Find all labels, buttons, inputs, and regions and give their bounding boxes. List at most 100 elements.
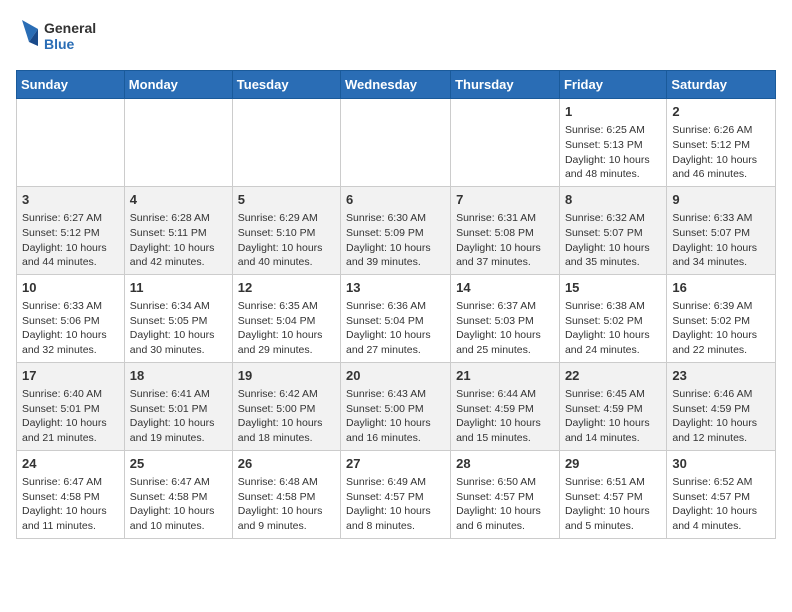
day-info: Sunrise: 6:50 AM Sunset: 4:57 PM Dayligh… bbox=[456, 475, 554, 534]
day-info: Sunrise: 6:46 AM Sunset: 4:59 PM Dayligh… bbox=[672, 387, 770, 446]
calendar-week-row: 24 Sunrise: 6:47 AM Sunset: 4:58 PM Dayli… bbox=[17, 450, 776, 538]
day-info: Sunrise: 6:48 AM Sunset: 4:58 PM Dayligh… bbox=[238, 475, 335, 534]
day-info: Sunrise: 6:37 AM Sunset: 5:03 PM Dayligh… bbox=[456, 299, 554, 358]
calendar-week-row: 3 Sunrise: 6:27 AM Sunset: 5:12 PM Daylig… bbox=[17, 186, 776, 274]
day-number: 1 bbox=[565, 103, 661, 121]
calendar-day-8: 8Sunrise: 6:32 AM Sunset: 5:07 PM Daylig… bbox=[559, 186, 666, 274]
calendar-header-row: SundayMondayTuesdayWednesdayThursdayFrid… bbox=[17, 71, 776, 99]
calendar-day-20: 20 Sunrise: 6:43 AM Sunset: 5:00 PM Dayli… bbox=[341, 362, 451, 450]
calendar-week-row: 10 Sunrise: 6:33 AM Sunset: 5:06 PM Dayli… bbox=[17, 274, 776, 362]
calendar-day-9: 9 Sunrise: 6:33 AM Sunset: 5:07 PM Daylig… bbox=[667, 186, 776, 274]
day-info: Sunrise: 6:44 AM Sunset: 4:59 PM Dayligh… bbox=[456, 387, 554, 446]
calendar-day-25: 25 Sunrise: 6:47 AM Sunset: 4:58 PM Dayli… bbox=[124, 450, 232, 538]
day-number: 14 bbox=[456, 279, 554, 297]
calendar-day-27: 27 Sunrise: 6:49 AM Sunset: 4:57 PM Dayli… bbox=[341, 450, 451, 538]
header-saturday: Saturday bbox=[667, 71, 776, 99]
day-info: Sunrise: 6:28 AM Sunset: 5:11 PM Dayligh… bbox=[130, 211, 227, 270]
day-info: Sunrise: 6:36 AM Sunset: 5:04 PM Dayligh… bbox=[346, 299, 445, 358]
day-info: Sunrise: 6:52 AM Sunset: 4:57 PM Dayligh… bbox=[672, 475, 770, 534]
header-friday: Friday bbox=[559, 71, 666, 99]
day-info: Sunrise: 6:25 AM Sunset: 5:13 PM Dayligh… bbox=[565, 123, 661, 182]
day-number: 15 bbox=[565, 279, 661, 297]
header-sunday: Sunday bbox=[17, 71, 125, 99]
calendar-day-14: 14 Sunrise: 6:37 AM Sunset: 5:03 PM Dayli… bbox=[451, 274, 560, 362]
day-number: 4 bbox=[130, 191, 227, 209]
calendar-day-26: 26 Sunrise: 6:48 AM Sunset: 4:58 PM Dayli… bbox=[232, 450, 340, 538]
day-info: Sunrise: 6:40 AM Sunset: 5:01 PM Dayligh… bbox=[22, 387, 119, 446]
calendar-day-1: 1 Sunrise: 6:25 AM Sunset: 5:13 PM Daylig… bbox=[559, 99, 666, 187]
calendar-day-19: 19 Sunrise: 6:42 AM Sunset: 5:00 PM Dayli… bbox=[232, 362, 340, 450]
calendar-week-row: 1 Sunrise: 6:25 AM Sunset: 5:13 PM Daylig… bbox=[17, 99, 776, 187]
day-info: Sunrise: 6:42 AM Sunset: 5:00 PM Dayligh… bbox=[238, 387, 335, 446]
day-number: 22 bbox=[565, 367, 661, 385]
calendar-day-30: 30 Sunrise: 6:52 AM Sunset: 4:57 PM Dayli… bbox=[667, 450, 776, 538]
day-number: 7 bbox=[456, 191, 554, 209]
calendar-day-6: 6Sunrise: 6:30 AM Sunset: 5:09 PM Daylig… bbox=[341, 186, 451, 274]
day-number: 28 bbox=[456, 455, 554, 473]
calendar-day-29: 29Sunrise: 6:51 AM Sunset: 4:57 PM Dayli… bbox=[559, 450, 666, 538]
header-monday: Monday bbox=[124, 71, 232, 99]
day-info: Sunrise: 6:39 AM Sunset: 5:02 PM Dayligh… bbox=[672, 299, 770, 358]
calendar-day-17: 17 Sunrise: 6:40 AM Sunset: 5:01 PM Dayli… bbox=[17, 362, 125, 450]
day-number: 27 bbox=[346, 455, 445, 473]
calendar-day-12: 12Sunrise: 6:35 AM Sunset: 5:04 PM Dayli… bbox=[232, 274, 340, 362]
day-info: Sunrise: 6:45 AM Sunset: 4:59 PM Dayligh… bbox=[565, 387, 661, 446]
calendar-day-10: 10 Sunrise: 6:33 AM Sunset: 5:06 PM Dayli… bbox=[17, 274, 125, 362]
day-info: Sunrise: 6:27 AM Sunset: 5:12 PM Dayligh… bbox=[22, 211, 119, 270]
day-number: 30 bbox=[672, 455, 770, 473]
header-tuesday: Tuesday bbox=[232, 71, 340, 99]
day-info: Sunrise: 6:38 AM Sunset: 5:02 PM Dayligh… bbox=[565, 299, 661, 358]
day-number: 12 bbox=[238, 279, 335, 297]
day-info: Sunrise: 6:49 AM Sunset: 4:57 PM Dayligh… bbox=[346, 475, 445, 534]
day-number: 10 bbox=[22, 279, 119, 297]
calendar-day-13: 13 Sunrise: 6:36 AM Sunset: 5:04 PM Dayli… bbox=[341, 274, 451, 362]
calendar-day-28: 28 Sunrise: 6:50 AM Sunset: 4:57 PM Dayli… bbox=[451, 450, 560, 538]
calendar-day-21: 21 Sunrise: 6:44 AM Sunset: 4:59 PM Dayli… bbox=[451, 362, 560, 450]
day-info: Sunrise: 6:29 AM Sunset: 5:10 PM Dayligh… bbox=[238, 211, 335, 270]
calendar-day-empty bbox=[124, 99, 232, 187]
day-number: 29 bbox=[565, 455, 661, 473]
calendar-day-3: 3 Sunrise: 6:27 AM Sunset: 5:12 PM Daylig… bbox=[17, 186, 125, 274]
day-info: Sunrise: 6:47 AM Sunset: 4:58 PM Dayligh… bbox=[22, 475, 119, 534]
day-info: Sunrise: 6:41 AM Sunset: 5:01 PM Dayligh… bbox=[130, 387, 227, 446]
day-number: 16 bbox=[672, 279, 770, 297]
day-info: Sunrise: 6:32 AM Sunset: 5:07 PM Dayligh… bbox=[565, 211, 661, 270]
day-number: 9 bbox=[672, 191, 770, 209]
calendar-day-15: 15 Sunrise: 6:38 AM Sunset: 5:02 PM Dayli… bbox=[559, 274, 666, 362]
calendar-day-empty bbox=[17, 99, 125, 187]
day-number: 3 bbox=[22, 191, 119, 209]
day-number: 25 bbox=[130, 455, 227, 473]
day-number: 24 bbox=[22, 455, 119, 473]
calendar-day-23: 23 Sunrise: 6:46 AM Sunset: 4:59 PM Dayli… bbox=[667, 362, 776, 450]
day-info: Sunrise: 6:47 AM Sunset: 4:58 PM Dayligh… bbox=[130, 475, 227, 534]
day-number: 2 bbox=[672, 103, 770, 121]
calendar-day-22: 22 Sunrise: 6:45 AM Sunset: 4:59 PM Dayli… bbox=[559, 362, 666, 450]
calendar-day-empty bbox=[341, 99, 451, 187]
day-info: Sunrise: 6:43 AM Sunset: 5:00 PM Dayligh… bbox=[346, 387, 445, 446]
calendar-day-24: 24 Sunrise: 6:47 AM Sunset: 4:58 PM Dayli… bbox=[17, 450, 125, 538]
day-number: 26 bbox=[238, 455, 335, 473]
day-number: 13 bbox=[346, 279, 445, 297]
day-number: 17 bbox=[22, 367, 119, 385]
day-number: 11 bbox=[130, 279, 227, 297]
svg-text:General: General bbox=[44, 20, 96, 36]
calendar-table: SundayMondayTuesdayWednesdayThursdayFrid… bbox=[16, 70, 776, 539]
header-thursday: Thursday bbox=[451, 71, 560, 99]
day-number: 20 bbox=[346, 367, 445, 385]
page-header: General Blue bbox=[16, 16, 776, 58]
day-number: 21 bbox=[456, 367, 554, 385]
day-number: 23 bbox=[672, 367, 770, 385]
calendar-day-16: 16 Sunrise: 6:39 AM Sunset: 5:02 PM Dayli… bbox=[667, 274, 776, 362]
day-info: Sunrise: 6:34 AM Sunset: 5:05 PM Dayligh… bbox=[130, 299, 227, 358]
calendar-day-2: 2Sunrise: 6:26 AM Sunset: 5:12 PM Daylig… bbox=[667, 99, 776, 187]
day-info: Sunrise: 6:33 AM Sunset: 5:07 PM Dayligh… bbox=[672, 211, 770, 270]
calendar-day-5: 5 Sunrise: 6:29 AM Sunset: 5:10 PM Daylig… bbox=[232, 186, 340, 274]
day-info: Sunrise: 6:31 AM Sunset: 5:08 PM Dayligh… bbox=[456, 211, 554, 270]
calendar-day-18: 18 Sunrise: 6:41 AM Sunset: 5:01 PM Dayli… bbox=[124, 362, 232, 450]
day-number: 19 bbox=[238, 367, 335, 385]
day-number: 5 bbox=[238, 191, 335, 209]
calendar-day-empty bbox=[232, 99, 340, 187]
svg-text:Blue: Blue bbox=[44, 36, 75, 52]
day-number: 18 bbox=[130, 367, 227, 385]
day-info: Sunrise: 6:33 AM Sunset: 5:06 PM Dayligh… bbox=[22, 299, 119, 358]
